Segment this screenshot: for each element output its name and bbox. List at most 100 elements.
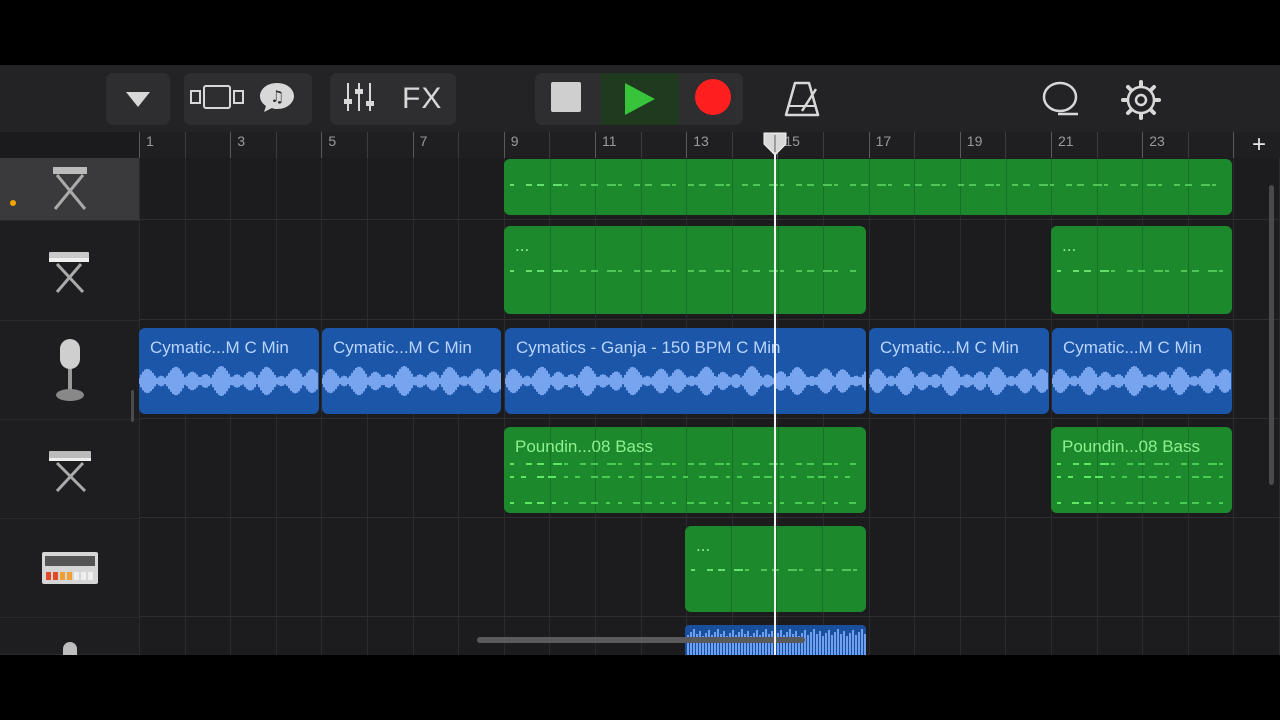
track-header-6[interactable]: [0, 617, 139, 655]
midi-note: [734, 569, 743, 571]
record-button[interactable]: [695, 78, 731, 120]
midi-note: [1012, 184, 1018, 187]
waveform-bar: [714, 632, 716, 655]
ruler-tick: [1233, 132, 1235, 158]
play-icon: [625, 83, 655, 115]
midi-note: [969, 184, 976, 187]
fx-button[interactable]: FX: [402, 82, 442, 116]
midi-note: [815, 569, 821, 571]
midi-note: [591, 502, 598, 505]
region-bar-divider: [1188, 159, 1189, 215]
track-header-4[interactable]: [0, 419, 139, 519]
midi-note: [672, 270, 676, 272]
add-section-button[interactable]: +: [1252, 133, 1266, 157]
playhead-handle[interactable]: [762, 132, 788, 156]
ruler-tick: [275, 132, 277, 158]
region-track1-midi[interactable]: [504, 159, 1232, 215]
midi-note: [580, 184, 586, 187]
midi-note: [699, 475, 706, 478]
midi-note: [753, 184, 760, 187]
midi-note: [1050, 184, 1054, 187]
region-track4-midi-b[interactable]: Poundin...08 Bass: [1051, 427, 1232, 513]
waveform-bar: [828, 630, 830, 655]
stop-button[interactable]: [550, 81, 582, 118]
midi-note: [807, 463, 814, 466]
midi-note: [602, 475, 610, 478]
midi-note: [1192, 475, 1199, 478]
region-bar-divider: [1096, 159, 1098, 215]
midi-note: [931, 184, 940, 187]
waveform-bar: [855, 635, 857, 655]
midi-note: [672, 463, 676, 466]
header-resize-handle[interactable]: [131, 390, 134, 422]
midi-note: [823, 463, 832, 466]
mix-group: FX: [330, 73, 456, 125]
midi-note: [942, 184, 946, 187]
region-track3-audio-c[interactable]: Cymatics - Ganja - 150 BPM C Min: [505, 328, 866, 414]
midi-note: [915, 184, 922, 187]
ruler-tick: [139, 132, 140, 158]
midi-note: [1127, 270, 1133, 272]
midi-note: [1147, 184, 1156, 187]
midi-note: [707, 569, 713, 571]
region-label: Cymatics - Ganja - 150 BPM C Min: [516, 338, 781, 357]
midi-note: [580, 463, 586, 466]
midi-note: [834, 502, 838, 505]
tracks-grid[interactable]: ... ... Cymatic...M C Min Cymatic...M C …: [139, 158, 1280, 655]
track-header-2[interactable]: [0, 220, 139, 321]
midi-note: [1131, 184, 1138, 187]
tracks-view-button[interactable]: [190, 82, 246, 117]
midi-note: [1095, 475, 1103, 478]
midi-note: [510, 502, 514, 505]
selected-dot: [10, 200, 16, 206]
mixer-button[interactable]: [342, 81, 376, 118]
waveform-bar: [816, 634, 818, 655]
region-track4-midi-a[interactable]: Poundin...08 Bass: [504, 427, 866, 513]
metronome-button[interactable]: [782, 79, 822, 124]
settings-button[interactable]: [1120, 79, 1162, 126]
region-bar-divider: [640, 427, 642, 513]
track-header-1[interactable]: [0, 158, 139, 221]
midi-note: [1180, 502, 1187, 505]
midi-note: [645, 502, 652, 505]
waveform-bar: [771, 631, 773, 655]
midi-note: [525, 502, 532, 505]
region-label: ...: [515, 236, 530, 255]
region-track3-audio-e[interactable]: Cymatic...M C Min: [1052, 328, 1232, 414]
lasso-icon: [1042, 81, 1078, 116]
toolbar: ♫ FX: [0, 65, 1280, 132]
track-header-3[interactable]: [0, 320, 139, 420]
midi-note: [1208, 463, 1217, 466]
region-track3-audio-d[interactable]: Cymatic...M C Min: [869, 328, 1049, 414]
midi-note: [1111, 475, 1115, 478]
ruler-tick: [367, 132, 368, 158]
midi-note: [1165, 270, 1169, 272]
master-effects-button[interactable]: [1040, 79, 1080, 124]
timeline-ruler[interactable]: 1 3 5 7 9 11 13 15 17 19 21 23: [139, 132, 1280, 159]
vertical-scrollbar[interactable]: [1269, 185, 1274, 485]
waveform-bar: [849, 633, 851, 655]
region-track3-audio-b[interactable]: Cymatic...M C Min: [322, 328, 501, 414]
midi-note: [537, 463, 544, 466]
track-header-5[interactable]: [0, 518, 139, 618]
audio-waveform: [505, 366, 866, 396]
region-track2-midi-a[interactable]: ...: [504, 226, 866, 314]
browser-menu-button[interactable]: [106, 73, 170, 125]
midi-note: [904, 184, 910, 187]
midi-note: [958, 184, 964, 187]
midi-note: [1099, 502, 1103, 505]
region-bar-divider: [868, 159, 870, 215]
midi-note: [1158, 184, 1162, 187]
region-track3-audio-a[interactable]: Cymatic...M C Min: [139, 328, 319, 414]
playhead-line[interactable]: [774, 140, 776, 655]
region-track2-midi-b[interactable]: ...: [1051, 226, 1232, 314]
loop-browser-button[interactable]: ♫: [258, 80, 296, 119]
horizontal-scrollbar[interactable]: [477, 637, 805, 643]
midi-note: [1219, 463, 1223, 466]
midi-note: [645, 463, 652, 466]
triangle-down-icon: [126, 92, 150, 107]
play-button[interactable]: [601, 73, 679, 125]
midi-note: [521, 475, 526, 478]
region-bar-divider: [686, 159, 688, 215]
midi-note: [656, 475, 664, 478]
